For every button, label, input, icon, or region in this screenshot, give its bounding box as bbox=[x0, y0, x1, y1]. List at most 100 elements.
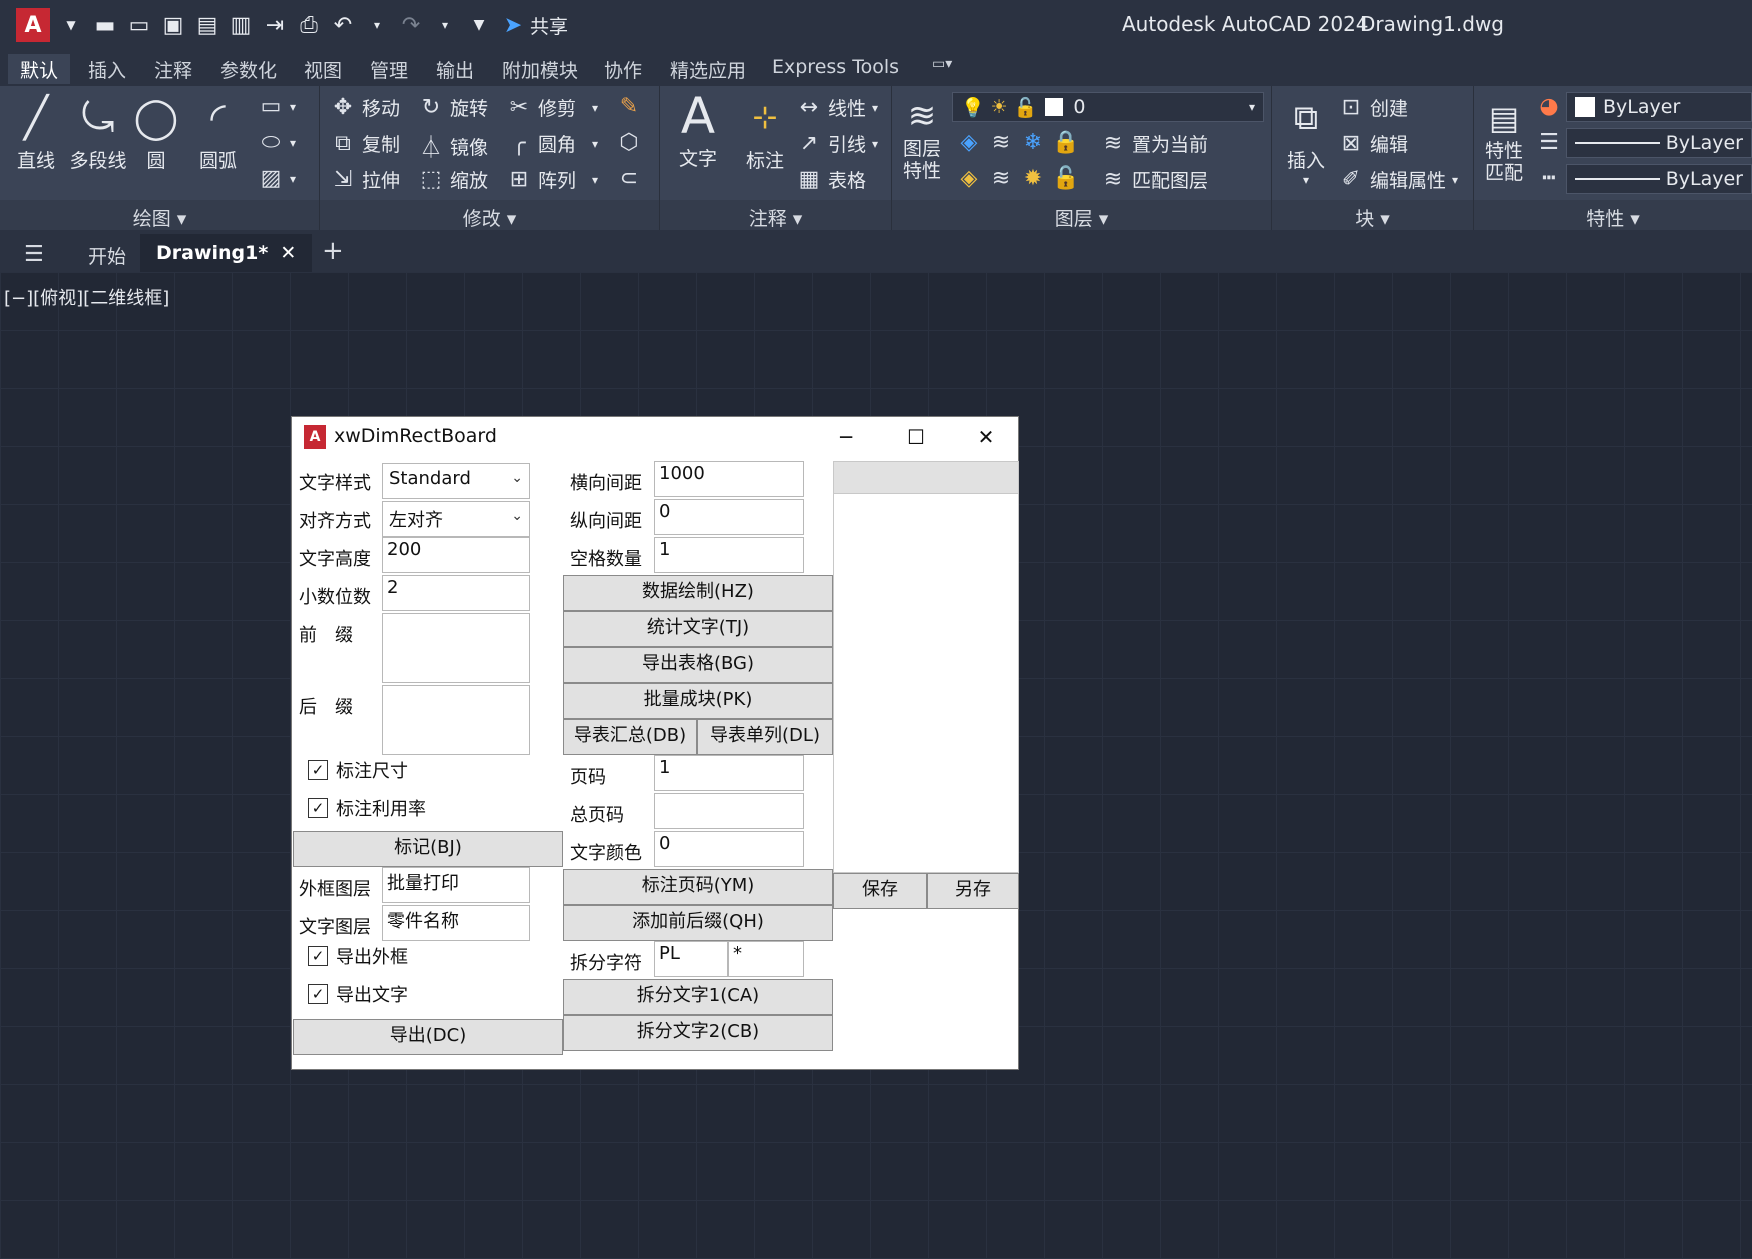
viewport-label[interactable]: [−][俯视][二维线框] bbox=[4, 284, 169, 310]
save-as-button[interactable]: 另存 bbox=[927, 873, 1019, 909]
ribbon-tab-collaborate[interactable]: 协作 bbox=[592, 54, 654, 84]
print-icon[interactable]: ⎙ bbox=[292, 8, 326, 42]
polyline-button[interactable]: ⤿ 多段线 bbox=[66, 90, 130, 173]
array-button[interactable]: ⊞ 阵列 ▾ bbox=[506, 166, 598, 193]
share-icon[interactable]: ➤ bbox=[496, 8, 530, 42]
tab-start[interactable]: 开始 bbox=[72, 234, 142, 272]
new-file-icon[interactable]: ▬ bbox=[88, 8, 122, 42]
page-number-button[interactable]: 标注页码(YM) bbox=[563, 869, 833, 905]
mark-button[interactable]: 标记(BJ) bbox=[293, 831, 563, 867]
app-menu-dropdown-icon[interactable]: ▼ bbox=[54, 8, 88, 42]
split-char-input-1[interactable]: PL bbox=[654, 941, 728, 977]
close-icon[interactable]: ✕ bbox=[966, 421, 1006, 453]
export-table-button[interactable]: 导出表格(BG) bbox=[563, 647, 833, 683]
lineweight-dropdown[interactable]: ByLayer bbox=[1566, 128, 1752, 158]
layer-isolate-icon[interactable]: ≋ bbox=[988, 130, 1014, 155]
v-spacing-input[interactable]: 0 bbox=[654, 499, 804, 535]
autocad-logo-icon[interactable]: A bbox=[16, 8, 50, 42]
publish-icon[interactable]: ▥ bbox=[224, 8, 258, 42]
dim-ratio-checkbox[interactable]: ✓ 标注利用率 bbox=[308, 795, 426, 821]
export-text-checkbox[interactable]: ✓ 导出文字 bbox=[308, 981, 408, 1007]
export-frame-checkbox[interactable]: ✓ 导出外框 bbox=[308, 943, 408, 969]
count-text-button[interactable]: 统计文字(TJ) bbox=[563, 611, 833, 647]
hatch-button[interactable]: ▨ ▾ bbox=[258, 166, 296, 191]
table-button[interactable]: ▦ 表格 bbox=[796, 166, 866, 193]
circle-button[interactable]: ◯ 圆 bbox=[130, 90, 182, 173]
trim-button[interactable]: ✂ 修剪 ▾ bbox=[506, 94, 598, 121]
layer-off-icon[interactable]: ◈ bbox=[956, 130, 982, 155]
save-icon[interactable]: ▣ bbox=[156, 8, 190, 42]
draw-data-button[interactable]: 数据绘制(HZ) bbox=[563, 575, 833, 611]
redo-dropdown-icon[interactable]: ▾ bbox=[428, 8, 462, 42]
page-input[interactable]: 1 bbox=[654, 755, 804, 791]
annotation-panel-title[interactable]: 注释 ▾ bbox=[660, 200, 891, 230]
align-select[interactable]: 左对齐 ⌄ bbox=[382, 501, 530, 537]
config-list[interactable] bbox=[833, 461, 1019, 873]
block-panel-title[interactable]: 块 ▾ bbox=[1272, 200, 1473, 230]
linetype-dropdown[interactable]: ByLayer bbox=[1566, 164, 1752, 194]
dim-size-checkbox[interactable]: ✓ 标注尺寸 bbox=[308, 757, 408, 783]
edit-attribute-button[interactable]: ✐ 编辑属性 ▾ bbox=[1338, 166, 1458, 193]
ribbon-tab-output[interactable]: 输出 bbox=[424, 54, 486, 84]
leader-button[interactable]: ↗ 引线 ▾ bbox=[796, 130, 878, 157]
frame-layer-input[interactable]: 批量打印 bbox=[382, 867, 530, 903]
match-layer-button[interactable]: ≋ 匹配图层 bbox=[1100, 166, 1208, 193]
hamburger-menu-icon[interactable]: ☰ bbox=[8, 234, 60, 272]
table-summary-button[interactable]: 导表汇总(DB) bbox=[563, 719, 697, 755]
copy-button[interactable]: ⧉ 复制 bbox=[330, 130, 400, 157]
ribbon-tab-addins[interactable]: 附加模块 bbox=[490, 54, 590, 84]
layer-on-all-icon[interactable]: ◈ bbox=[956, 166, 982, 191]
total-pages-input[interactable] bbox=[654, 793, 804, 829]
share-label[interactable]: 共享 bbox=[530, 12, 568, 39]
customize-toolbar-icon[interactable]: ▼ bbox=[462, 8, 496, 42]
ribbon-tab-view[interactable]: 视图 bbox=[292, 54, 354, 84]
layer-dropdown[interactable]: 💡 ☀ 🔓 0 ▾ bbox=[952, 92, 1264, 122]
layer-lock-icon[interactable]: 🔒 bbox=[1052, 130, 1079, 155]
properties-panel-title[interactable]: 特性 ▾ bbox=[1474, 200, 1752, 230]
fillet-button[interactable]: ╭ 圆角 ▾ bbox=[506, 130, 598, 157]
ribbon-minimize-icon[interactable]: ▭▾ bbox=[920, 54, 964, 84]
layer-freeze-icon[interactable]: ❄ bbox=[1020, 130, 1046, 155]
tab-drawing1[interactable]: Drawing1* ✕ bbox=[140, 234, 313, 272]
h-spacing-input[interactable]: 1000 bbox=[654, 461, 804, 497]
rectangle-button[interactable]: ▭ ▾ bbox=[258, 94, 296, 119]
open-file-icon[interactable]: ▭ bbox=[122, 8, 156, 42]
ribbon-tab-manage[interactable]: 管理 bbox=[358, 54, 420, 84]
mirror-button[interactable]: ⏃ 镜像 bbox=[418, 130, 488, 162]
dialog-title-bar[interactable]: A xwDimRectBoard ─ ☐ ✕ bbox=[292, 417, 1018, 457]
offset-button[interactable]: ⊂ bbox=[616, 166, 642, 191]
ribbon-tab-insert[interactable]: 插入 bbox=[76, 54, 138, 84]
text-color-input[interactable]: 0 bbox=[654, 831, 804, 867]
stretch-button[interactable]: ⇲ 拉伸 bbox=[330, 166, 400, 193]
ribbon-tab-annotate[interactable]: 注释 bbox=[142, 54, 204, 84]
ellipse-button[interactable]: ⬭ ▾ bbox=[258, 130, 296, 155]
export-button[interactable]: 导出(DC) bbox=[293, 1019, 563, 1055]
batch-block-button[interactable]: 批量成块(PK) bbox=[563, 683, 833, 719]
erase-button[interactable]: ✎ bbox=[616, 94, 642, 119]
undo-dropdown-icon[interactable]: ▾ bbox=[360, 8, 394, 42]
ribbon-tab-home[interactable]: 默认 bbox=[8, 54, 71, 84]
text-button[interactable]: A 文字 bbox=[668, 88, 728, 171]
add-prefix-suffix-button[interactable]: 添加前后缀(QH) bbox=[563, 905, 833, 941]
line-button[interactable]: ╱ 直线 bbox=[10, 90, 62, 173]
prefix-textarea[interactable] bbox=[382, 613, 530, 683]
match-properties-button[interactable]: ▤ 特性匹配 bbox=[1476, 90, 1532, 184]
redo-icon[interactable]: ↷ bbox=[394, 8, 428, 42]
text-layer-input[interactable]: 零件名称 bbox=[382, 905, 530, 941]
minimize-icon[interactable]: ─ bbox=[826, 421, 866, 453]
scale-button[interactable]: ⬚ 缩放 bbox=[418, 166, 488, 193]
ribbon-tab-express-tools[interactable]: Express Tools bbox=[760, 54, 911, 84]
import-icon[interactable]: ⇥ bbox=[258, 8, 292, 42]
color-dropdown[interactable]: ByLayer bbox=[1566, 92, 1752, 122]
create-block-button[interactable]: ⊡ 创建 bbox=[1338, 94, 1408, 121]
layer-thaw-all-icon[interactable]: ✹ bbox=[1020, 166, 1046, 191]
decimals-input[interactable]: 2 bbox=[382, 575, 530, 611]
spaces-input[interactable]: 1 bbox=[654, 537, 804, 573]
text-height-input[interactable]: 200 bbox=[382, 537, 530, 573]
layer-unisolate-icon[interactable]: ≋ bbox=[988, 166, 1014, 191]
undo-icon[interactable]: ↶ bbox=[326, 8, 360, 42]
close-icon[interactable]: ✕ bbox=[280, 242, 296, 264]
ribbon-tab-parametric[interactable]: 参数化 bbox=[208, 54, 289, 84]
new-tab-icon[interactable]: + bbox=[306, 234, 360, 272]
layer-properties-button[interactable]: ≋ 图层特性 bbox=[894, 88, 950, 182]
